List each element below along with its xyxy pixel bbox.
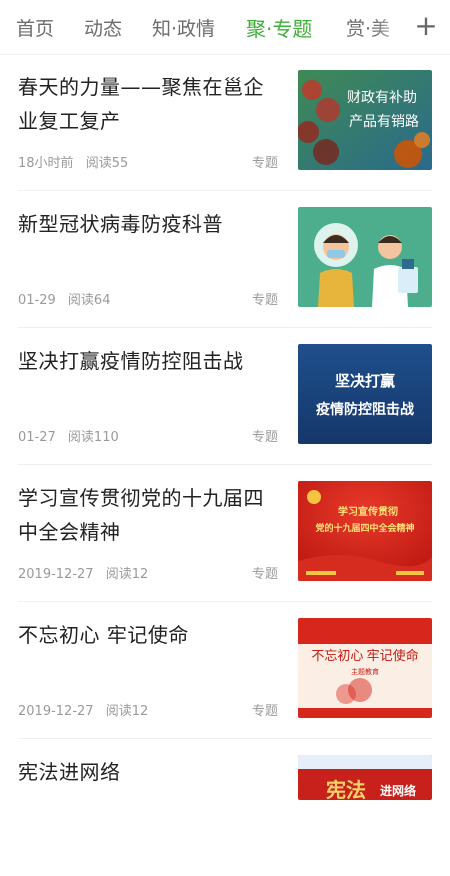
- thumb-line: 不忘初心 牢记使命: [311, 648, 418, 663]
- tab-politics[interactable]: 知·政情: [152, 14, 215, 41]
- article-title[interactable]: 坚决打赢疫情防控阻击战: [18, 344, 280, 378]
- thumb-line: 疫情防控阻击战: [316, 401, 414, 417]
- article-time: 2019-12-27: [18, 567, 94, 582]
- thumb-line: 财政有补助: [347, 89, 417, 105]
- list-item[interactable]: 宪法进网络 宪法 进网络: [0, 739, 450, 876]
- constitution-thumbnail[interactable]: 宪法 进网络: [298, 755, 432, 800]
- masked-people-thumbnail[interactable]: [298, 207, 432, 307]
- article-read-count: 阅读12: [105, 704, 149, 719]
- article-time: 01-27: [18, 430, 56, 445]
- article-tag: 专题: [252, 156, 279, 171]
- article-time: 18小时前: [18, 156, 74, 171]
- article-title[interactable]: 宪法进网络: [18, 755, 280, 789]
- thumb-line: 主题教育: [351, 667, 379, 676]
- article-meta: 2019-12-27 阅读12: [18, 700, 148, 719]
- article-read-count: 阅读12: [105, 567, 149, 582]
- article-read-count: 阅读64: [67, 293, 111, 308]
- article-meta: 18小时前 阅读55: [18, 152, 128, 171]
- article-time: 01-29: [18, 293, 56, 308]
- tab-topics[interactable]: 聚·专题: [246, 13, 312, 42]
- article-read-count: 阅读110: [67, 430, 119, 445]
- article-meta: 2019-12-27 阅读12: [18, 563, 148, 582]
- party-mission-thumbnail[interactable]: 不忘初心 牢记使命 主题教育: [298, 618, 432, 718]
- tab-news[interactable]: 动态: [84, 14, 122, 41]
- list-item[interactable]: 不忘初心 牢记使命 2019-12-27 阅读12 专题 不忘初心 牢记使命 主…: [0, 602, 450, 739]
- list-item[interactable]: 学习宣传贯彻党的十九届四中全会精神 2019-12-27 阅读12 专题 学习宣…: [0, 465, 450, 602]
- article-tag: 专题: [252, 430, 279, 445]
- list-item[interactable]: 坚决打赢疫情防控阻击战 01-27 阅读110 专题 坚决打赢 疫情防控阻击战: [0, 328, 450, 465]
- add-tab-plus-icon[interactable]: +: [412, 8, 440, 44]
- thumb-line: 党的十九届四中全会精神: [315, 522, 414, 533]
- article-tag: 专题: [252, 704, 279, 719]
- article-title[interactable]: 新型冠状病毒防疫科普: [18, 207, 280, 241]
- article-title[interactable]: 不忘初心 牢记使命: [18, 618, 280, 652]
- thumb-line: 学习宣传贯彻: [338, 505, 398, 518]
- article-title[interactable]: 学习宣传贯彻党的十九届四中全会精神: [18, 481, 280, 549]
- thumb-line: 坚决打赢: [335, 372, 395, 390]
- party-plenary-thumbnail[interactable]: 学习宣传贯彻 党的十九届四中全会精神: [298, 481, 432, 581]
- article-meta: 01-27 阅读110: [18, 426, 119, 445]
- fruit-farm-thumbnail[interactable]: 财政有补助 产品有销路: [298, 70, 432, 170]
- list-item[interactable]: 新型冠状病毒防疫科普 01-29 阅读64 专题: [0, 191, 450, 328]
- article-tag: 专题: [252, 567, 279, 582]
- tab-fade-overlay: [374, 0, 414, 53]
- article-title[interactable]: 春天的力量——聚焦在邕企业复工复产: [18, 70, 280, 138]
- thumb-line: 进网络: [380, 783, 416, 798]
- epidemic-banner-thumbnail[interactable]: 坚决打赢 疫情防控阻击战: [298, 344, 432, 444]
- list-item[interactable]: 春天的力量——聚焦在邕企业复工复产 18小时前 阅读55 专题 财政有补助 产品…: [0, 54, 450, 191]
- article-time: 2019-12-27: [18, 704, 94, 719]
- tab-home[interactable]: 首页: [16, 14, 54, 41]
- article-meta: 01-29 阅读64: [18, 289, 110, 308]
- article-read-count: 阅读55: [85, 156, 129, 171]
- thumb-line: 宪法: [326, 778, 366, 800]
- article-tag: 专题: [252, 293, 279, 308]
- thumb-line: 产品有销路: [349, 113, 419, 129]
- top-tab-bar: 首页 动态 知·政情 聚·专题 赏·美 +: [0, 0, 450, 55]
